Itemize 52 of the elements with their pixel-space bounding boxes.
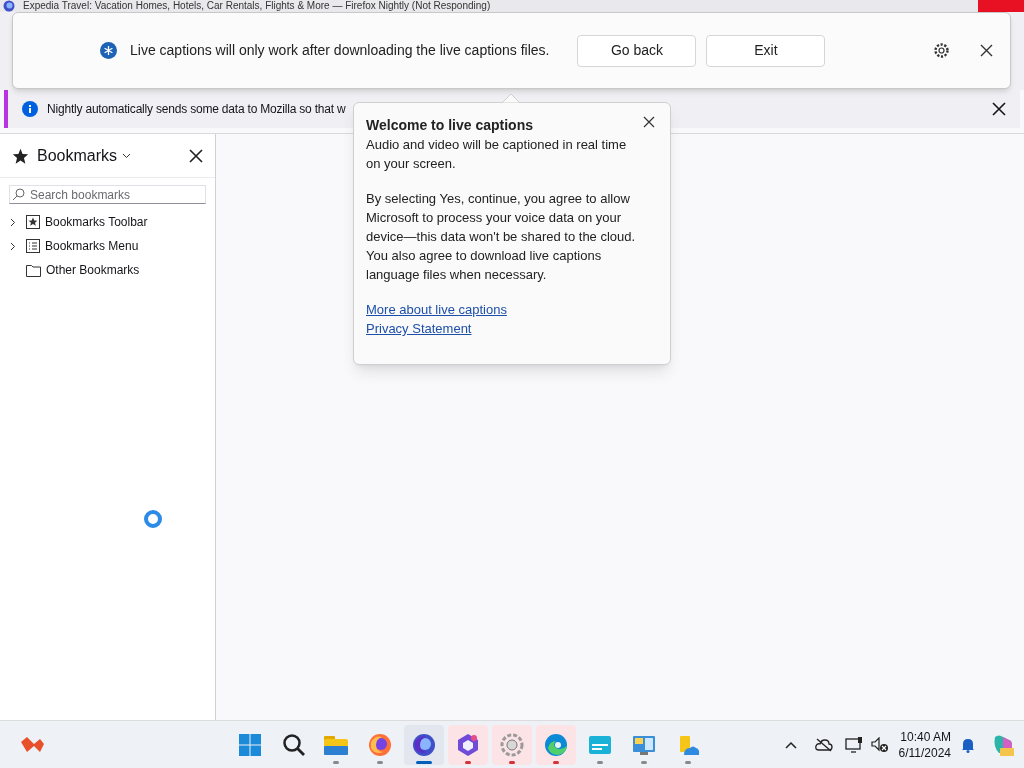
popup-paragraph: By selecting Yes, continue, you agree to allow Microsoft to process your voice data on your device—this data won't be shared to the cloud. You also agree to download live captions language files when necessary.: [366, 190, 636, 284]
chevron-right-icon[interactable]: [10, 217, 16, 227]
chevron-right-icon[interactable]: [10, 241, 16, 251]
bookmark-folder[interactable]: Other Bookmarks: [0, 258, 215, 282]
close-icon[interactable]: [643, 116, 655, 128]
chevron-down-icon: [122, 152, 132, 159]
widgets-icon[interactable]: [20, 735, 46, 754]
taskbar-app-button[interactable]: [404, 724, 444, 765]
hexagon-icon: [456, 732, 480, 757]
cloud-off-icon[interactable]: [814, 737, 833, 752]
popup-link[interactable]: Privacy Statement: [366, 319, 472, 338]
popup-title: Welcome to live captions: [366, 116, 534, 135]
control-panel-icon: [632, 733, 656, 756]
close-icon[interactable]: [189, 148, 203, 163]
close-icon[interactable]: [992, 102, 1006, 116]
popup-paragraph: Audio and video will be captioned in real time on your screen.: [366, 136, 628, 173]
bookmark-folder[interactable]: Bookmarks Toolbar: [0, 210, 215, 234]
edge-icon: [544, 732, 568, 757]
nightly-icon: [412, 732, 436, 757]
info-icon: [100, 42, 117, 59]
firefox-icon: [368, 732, 392, 757]
clock[interactable]: 10:40 AM 6/11/2024: [898, 728, 951, 761]
nightly-icon: [3, 0, 15, 12]
info-icon: [22, 101, 38, 117]
search-icon: [12, 188, 25, 201]
star-box-icon: [26, 215, 40, 229]
popup-link[interactable]: More about live captions: [366, 300, 507, 319]
bell-icon[interactable]: [961, 736, 975, 753]
bookmark-folder[interactable]: Bookmarks Menu: [0, 234, 215, 258]
sidebar-title-dropdown[interactable]: Bookmarks: [37, 143, 132, 168]
window-title: Expedia Travel: Vacation Homes, Hotels, Car Rentals, Flights & More — Firefox Nightly (Not Responding): [23, 0, 491, 12]
search-icon[interactable]: [282, 732, 306, 757]
loading-spinner-icon: [143, 509, 163, 529]
captions-action-button[interactable]: Exit: [706, 34, 826, 67]
window-icon: [588, 733, 612, 756]
taskbar-app-button[interactable]: [536, 724, 576, 765]
close-icon[interactable]: [980, 44, 993, 57]
taskbar-app-button[interactable]: [448, 724, 488, 765]
chevron-up-icon[interactable]: [784, 740, 797, 749]
monitor-icon[interactable]: [844, 736, 863, 753]
notification-message: Nightly automatically sends some data to Mozilla so that w: [47, 101, 346, 118]
speaker-muted-icon[interactable]: [870, 736, 889, 753]
list-icon: [26, 239, 40, 253]
captions-action-button[interactable]: Go back: [577, 34, 697, 67]
folder-icon: [323, 733, 349, 756]
captions-message: Live captions will only work after downloading the live captions files.: [130, 41, 550, 60]
settings-icon[interactable]: [933, 42, 950, 59]
gear-icon: [500, 732, 524, 757]
star-icon: [12, 147, 29, 164]
start-icon[interactable]: [238, 732, 262, 757]
search-field[interactable]: Search bookmarks: [9, 185, 206, 204]
folder-icon: [26, 263, 41, 277]
